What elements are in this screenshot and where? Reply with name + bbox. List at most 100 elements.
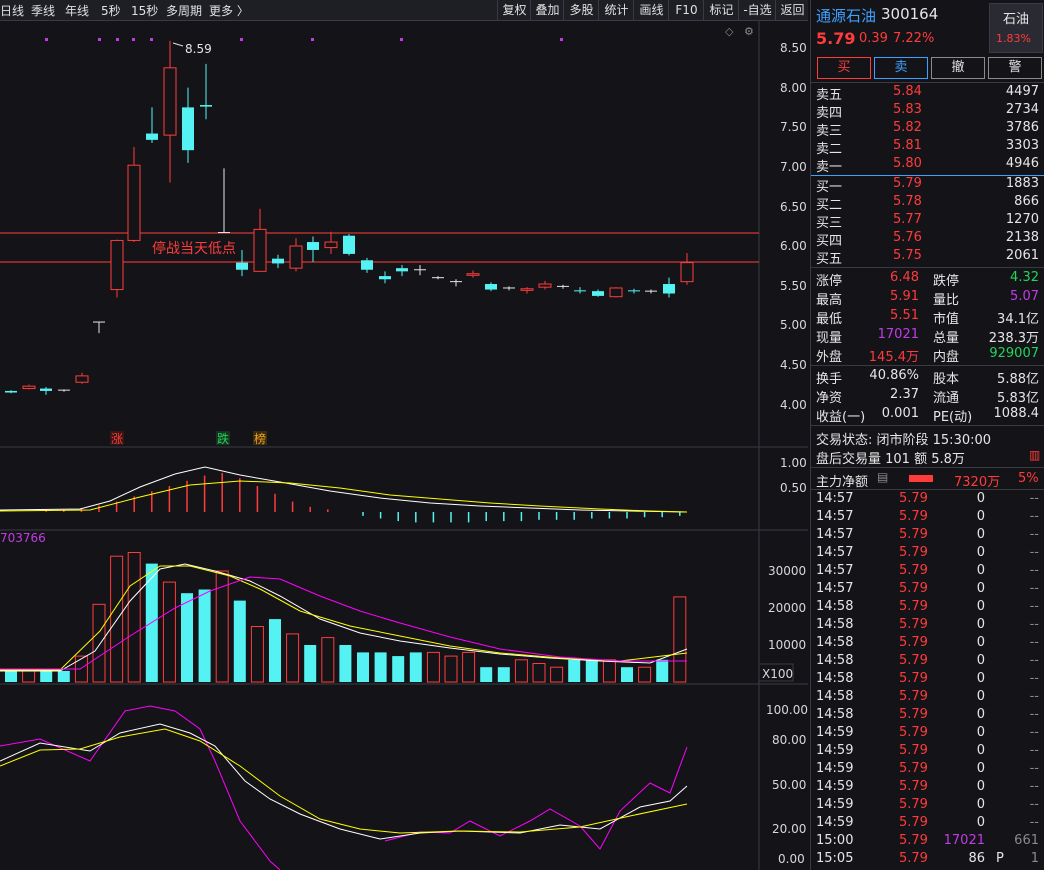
kline-candle[interactable] [538,280,552,290]
limit-up-marker[interactable]: 涨 [111,431,123,446]
period-5s[interactable]: 5秒 [101,2,121,19]
overlay-button[interactable]: 叠加 [530,0,564,20]
period-multi[interactable]: 多周期 [166,2,202,19]
kline-candle[interactable] [236,249,248,277]
bid-price[interactable]: 5.77 [893,212,922,227]
kline-candle[interactable] [485,282,497,292]
stock-code: 300164 [881,5,939,23]
stat-label: 总量 [933,331,960,346]
kline-candle[interactable] [450,279,462,287]
kline-candle[interactable] [592,289,604,297]
kline-candle[interactable] [361,257,373,273]
price-tick: 5.00 [780,318,807,332]
kline-candle[interactable] [253,208,267,272]
list-icon[interactable]: ▤ [877,470,888,484]
chart-toolbar: 日线 季线 年线 5秒 15秒 多周期 更多 〉 复权 叠加 多股 统计 画线 … [0,0,808,21]
price-tick: 7.00 [780,160,807,174]
kline-candle[interactable] [93,321,105,334]
kline-candle[interactable] [680,253,694,285]
bid-price[interactable]: 5.75 [893,248,922,263]
alert-button[interactable]: 警 [988,57,1042,79]
sell-button[interactable]: 卖 [874,57,928,79]
watchlist-button[interactable]: -自选 [738,0,776,20]
kline-candle[interactable] [379,271,391,284]
kline-chart[interactable]: 8.50 8.00 7.50 7.00 6.50 6.00 5.50 5.00 … [0,21,808,870]
kline-candle[interactable] [432,276,444,280]
kline-candle[interactable] [289,238,303,272]
mark-button[interactable]: 标记 [703,0,739,20]
period-year[interactable]: 年线 [65,2,89,19]
kline-candle[interactable] [218,168,230,234]
kline-candle[interactable] [414,265,426,276]
bid-price[interactable]: 5.78 [893,194,922,209]
tick-time: 14:59 [816,743,854,758]
bid-price[interactable]: 5.76 [893,230,922,245]
annotation-text[interactable]: 停战当天低点 [152,240,236,257]
indicator-tick: 100.00 [766,703,808,717]
gear-icon[interactable]: ⚙ [744,25,754,38]
kline-candle[interactable] [520,287,534,294]
kline-candle[interactable] [272,254,284,269]
tick-volume: 0 [976,545,985,560]
kline-candle[interactable] [628,288,640,294]
kline-candle[interactable] [343,234,355,256]
tick-time: 14:57 [816,581,854,596]
kline-candle[interactable] [22,384,36,390]
back-button[interactable]: 返回 [775,0,809,20]
kline-candle[interactable] [609,287,623,298]
kline-candle[interactable] [324,231,338,254]
kline-candle[interactable] [574,287,586,294]
tick-time: 14:59 [816,779,854,794]
kline-candle[interactable] [5,390,17,394]
kline-candle[interactable] [110,239,124,298]
tick-time: 14:58 [816,689,854,704]
kline-candle[interactable] [127,147,141,243]
f10-button[interactable]: F10 [668,0,704,20]
kline-candle[interactable] [75,372,89,384]
buy-button[interactable]: 买 [817,57,871,79]
main-flow-bar [909,475,933,482]
kline-candle[interactable] [557,284,569,289]
draw-button[interactable]: 画线 [633,0,669,20]
kline-candle[interactable] [645,289,657,294]
period-day[interactable]: 日线 [0,2,24,19]
kline-candle[interactable] [58,389,70,392]
kline-candle[interactable] [466,270,480,278]
kline-candle[interactable] [396,265,408,277]
kline-candle[interactable] [182,87,194,163]
stock-name[interactable]: 通源石油 [816,5,876,26]
kdj-d-line [0,728,688,834]
kline-candle[interactable] [307,236,319,262]
ask-price[interactable]: 5.81 [893,138,922,153]
kline-candle[interactable] [40,386,52,395]
ask-price[interactable]: 5.84 [893,84,922,99]
tick-volume: 0 [976,743,985,758]
period-more[interactable]: 更多 〉 [209,2,249,19]
chart-icon[interactable]: ▥ [1029,448,1040,462]
fuquan-button[interactable]: 复权 [497,0,531,20]
multi-stock-button[interactable]: 多股 [563,0,599,20]
sector-box[interactable]: 石油 1.83% [989,3,1043,53]
tick-count: -- [1029,491,1039,506]
period-quarter[interactable]: 季线 [31,2,55,19]
bid-price[interactable]: 5.79 [893,176,922,191]
cancel-order-button[interactable]: 撤 [931,57,985,79]
ranking-marker[interactable]: 榜 [254,431,266,446]
ask-price[interactable]: 5.83 [893,102,922,117]
kline-candle[interactable] [200,63,212,120]
kline-candle[interactable] [503,286,515,291]
limit-down-marker[interactable]: 跌 [217,431,229,446]
ask-price[interactable]: 5.80 [893,156,922,171]
kline-candle[interactable] [663,277,675,298]
tick-price: 5.79 [899,689,928,704]
ask-price[interactable]: 5.82 [893,120,922,135]
tick-time: 14:59 [816,761,854,776]
kline-candle[interactable] [163,40,177,183]
quote-panel: 通源石油 300164 石油 1.83% 5.79 0.39 7.22% 买 卖… [810,0,1044,870]
main-flow-pct: 5% [1018,471,1039,486]
diamond-icon[interactable]: ◇ [725,25,734,38]
kline-candle[interactable] [146,107,158,144]
tick-time: 14:57 [816,527,854,542]
period-15s[interactable]: 15秒 [131,2,158,19]
stats-button[interactable]: 统计 [598,0,634,20]
